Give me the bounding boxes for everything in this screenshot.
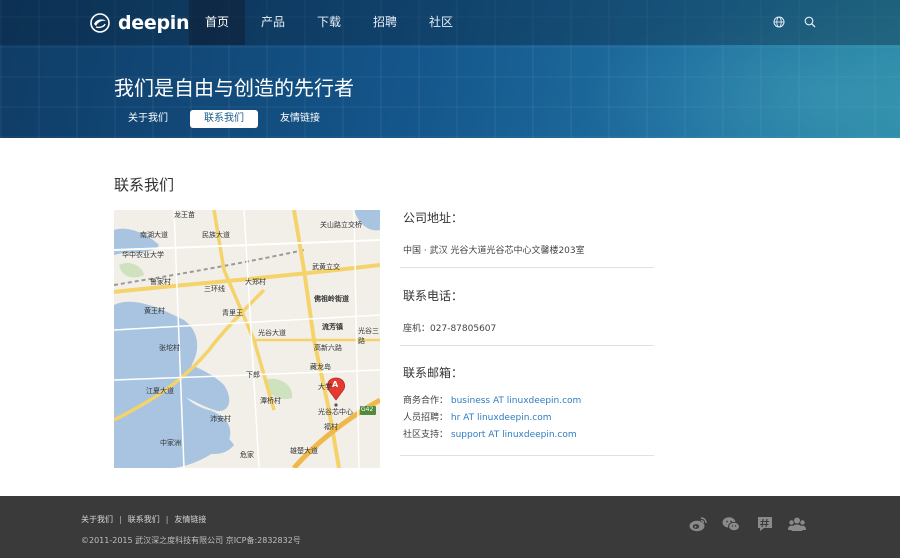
- map-label: 张坨村: [159, 344, 180, 352]
- email-heading: 联系邮箱：: [403, 366, 464, 380]
- main-nav: 首页 产品 下载 招聘 社区: [189, 0, 469, 45]
- search-icon[interactable]: [804, 16, 816, 28]
- map-label: 鲁家村: [150, 278, 171, 286]
- email-link-support[interactable]: support AT linuxdeepin.com: [451, 430, 577, 440]
- map-label: 光谷三路: [358, 327, 379, 345]
- brand-logo[interactable]: deepin: [90, 12, 190, 34]
- map-label: 高新六路: [314, 344, 342, 352]
- map-label: 佛祖岭街道: [314, 295, 349, 303]
- nav-item-community[interactable]: 社区: [413, 0, 469, 45]
- wechat-icon[interactable]: [722, 516, 740, 532]
- divider: [400, 345, 654, 346]
- address-section: 公司地址： 中国 · 武汉 光谷大道光谷芯中心文馨楼203室: [403, 209, 653, 256]
- top-navbar: deepin 首页 产品 下载 招聘 社区: [0, 0, 900, 45]
- map-label: 华中农业大学: [122, 251, 164, 259]
- map-label: 大学: [318, 383, 332, 391]
- hero-banner: deepin 首页 产品 下载 招聘 社区 我们是自由与创造的先行者 关于我们 …: [0, 0, 900, 138]
- nav-item-home[interactable]: 首页: [189, 0, 245, 45]
- footer-link-contact[interactable]: 联系我们: [128, 514, 160, 525]
- subnav-item-links[interactable]: 友情链接: [266, 110, 334, 128]
- map-label: 下郎: [246, 371, 260, 379]
- email-link-business[interactable]: business AT linuxdeepin.com: [451, 396, 581, 406]
- email-row: 人员招聘： hr AT linuxdeepin.com: [403, 410, 653, 427]
- footer-separator: |: [119, 515, 122, 524]
- map-label: 流芳镇: [322, 323, 343, 331]
- globe-icon[interactable]: [773, 16, 785, 28]
- email-label: 商务合作：: [403, 396, 449, 406]
- map-label: 光谷芯中心: [318, 408, 353, 416]
- weibo-icon[interactable]: [689, 516, 707, 532]
- divider: [400, 455, 654, 456]
- address-heading: 公司地址：: [403, 211, 464, 225]
- email-label: 社区支持：: [403, 430, 449, 440]
- phone-section: 联系电话： 座机：027-87805607: [403, 287, 653, 334]
- map-label: G42: [361, 406, 374, 413]
- nav-item-products[interactable]: 产品: [245, 0, 301, 45]
- hashtag-icon[interactable]: [756, 516, 774, 532]
- footer-link-about[interactable]: 关于我们: [81, 514, 113, 525]
- email-label: 人员招聘：: [403, 413, 449, 423]
- hero-title: 我们是自由与创造的先行者: [114, 76, 354, 100]
- map-label: 武黄立交: [312, 263, 340, 271]
- location-map[interactable]: 龙王苗 南湖大道 华中农业大学 鲁家村 民族大道 三环线 大郑村 青里王 佛祖岭…: [114, 210, 380, 468]
- community-icon[interactable]: [788, 516, 806, 532]
- email-list: 商务合作： business AT linuxdeepin.com 人员招聘： …: [403, 393, 653, 444]
- map-label: 沛安村: [210, 415, 231, 423]
- phone-heading: 联系电话：: [403, 289, 464, 303]
- map-label: 福村: [324, 423, 338, 431]
- map-label: 藏龙岛: [310, 363, 331, 371]
- map-label: 潭桥村: [260, 397, 281, 405]
- footer-links: 关于我们 | 联系我们 | 友情链接: [81, 514, 206, 525]
- site-footer: 关于我们 | 联系我们 | 友情链接 ©2011-2015 武汉深之度科技有限公…: [0, 496, 900, 558]
- map-label: 龙王苗: [174, 211, 195, 219]
- map-label: 危家: [240, 451, 254, 459]
- map-canvas: [114, 210, 380, 468]
- email-row: 商务合作： business AT linuxdeepin.com: [403, 393, 653, 410]
- map-label: 江夏大道: [146, 387, 174, 395]
- map-label: 三环线: [204, 285, 225, 293]
- phone-label: 座机：: [403, 324, 431, 334]
- marker-label: A: [332, 380, 339, 389]
- map-label: 光谷大道: [258, 329, 286, 337]
- email-link-hr[interactable]: hr AT linuxdeepin.com: [451, 413, 552, 423]
- nav-item-download[interactable]: 下载: [301, 0, 357, 45]
- address-text: 中国 · 武汉 光谷大道光谷芯中心文馨楼203室: [403, 246, 585, 256]
- divider: [400, 267, 654, 268]
- subnav-item-about[interactable]: 关于我们: [114, 110, 182, 128]
- map-label: 关山路立交桥: [320, 221, 362, 229]
- phone-row: 座机：027-87805607: [403, 321, 653, 334]
- map-label: 中家洲: [160, 439, 181, 447]
- deepin-logo-icon: [90, 13, 110, 33]
- sub-nav: 关于我们 联系我们 友情链接: [114, 110, 342, 128]
- map-label: 大郑村: [245, 278, 266, 286]
- map-label: 青里王: [222, 309, 243, 317]
- map-label: 雄楚大道: [290, 447, 318, 455]
- page-title: 联系我们: [114, 176, 175, 194]
- map-label: 南湖大道: [140, 231, 168, 239]
- phone-value: 027-87805607: [430, 324, 497, 334]
- email-row: 社区支持： support AT linuxdeepin.com: [403, 427, 653, 444]
- footer-link-links[interactable]: 友情链接: [174, 514, 206, 525]
- footer-separator: |: [165, 515, 169, 524]
- brand-name: deepin: [118, 12, 190, 34]
- nav-item-jobs[interactable]: 招聘: [357, 0, 413, 45]
- subnav-item-contact[interactable]: 联系我们: [190, 110, 258, 128]
- map-label: 民族大道: [202, 231, 230, 239]
- email-section: 联系邮箱： 商务合作： business AT linuxdeepin.com …: [403, 364, 653, 444]
- copyright-text: ©2011-2015 武汉深之度科技有限公司 京ICP备:2832832号: [81, 536, 301, 545]
- map-label: 黄王村: [144, 307, 165, 315]
